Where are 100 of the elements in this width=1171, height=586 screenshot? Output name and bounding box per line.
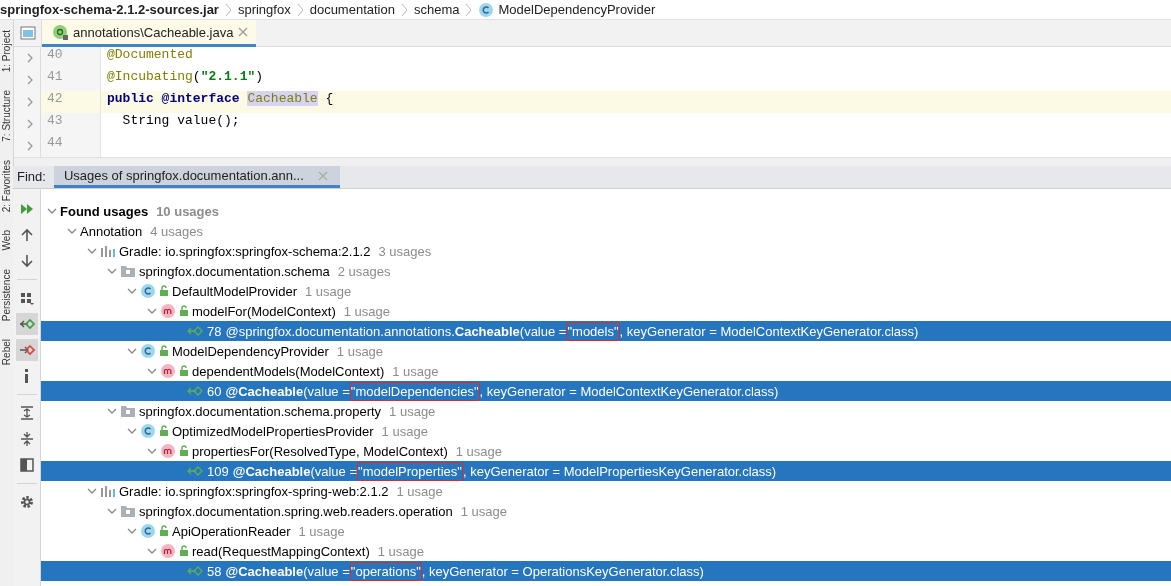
usage-count: 10 usages bbox=[156, 203, 219, 219]
tree-node-label[interactable]: propertiesFor(ResolvedType, ModelContext) bbox=[192, 443, 448, 459]
tree-node-label[interactable]: Found usages bbox=[60, 203, 149, 219]
tree-node-label[interactable]: Gradle: io.springfox:springfox-spring-web:2.1.2 bbox=[119, 483, 389, 499]
method-icon bbox=[160, 363, 176, 379]
breadcrumb-item[interactable]: ModelDependencyProvider bbox=[498, 2, 656, 17]
highlighted-value: "modelProperties" bbox=[357, 461, 463, 481]
tree-node-label[interactable]: DefaultModelProvider bbox=[172, 283, 297, 299]
tool-window-tab[interactable]: 7: Structure bbox=[1, 90, 12, 142]
tool-window-tab[interactable]: Persistence bbox=[1, 268, 12, 321]
lock-icon bbox=[179, 365, 189, 377]
tree-node-label[interactable]: Gradle: io.springfox:springfox-schema:2.1.2 bbox=[119, 243, 371, 259]
code-snippet: , keyGenerator = ModelContextKeyGenerator.class) bbox=[619, 323, 919, 339]
breadcrumb-item[interactable]: springfox bbox=[237, 2, 291, 17]
tree-node-label[interactable]: Annotation bbox=[80, 223, 143, 239]
chevron-down-icon[interactable] bbox=[147, 306, 157, 316]
tool-window-tab[interactable]: Rebel bbox=[1, 338, 12, 365]
toolbar-button[interactable] bbox=[15, 339, 38, 361]
chevron-right-icon bbox=[26, 75, 34, 85]
lock-icon bbox=[159, 345, 169, 357]
chevron-right-icon bbox=[26, 141, 34, 151]
usage-row[interactable]: 60 @Cacheable(value ="modelDependencies", keyGenerator = ModelContextKeyGenerator.class) bbox=[41, 381, 1171, 401]
usage-row[interactable]: 109 @Cacheable(value ="modelProperties", keyGenerator = ModelPropertiesKeyGenerator.class) bbox=[41, 461, 1171, 481]
usage-count: 1 usage bbox=[381, 423, 428, 439]
code-snippet: @Cacheable(value = bbox=[232, 463, 358, 479]
toolbar-button[interactable] bbox=[15, 313, 38, 335]
highlighted-value: "models" bbox=[566, 321, 620, 341]
lock-icon bbox=[179, 545, 189, 557]
lock-icon bbox=[159, 525, 169, 537]
panel-icon[interactable] bbox=[19, 26, 36, 40]
chevron-down-icon[interactable] bbox=[107, 266, 117, 276]
usage-count: 4 usages bbox=[150, 223, 203, 239]
chevron-down-icon[interactable] bbox=[87, 246, 97, 256]
chevron-right-icon bbox=[465, 2, 473, 17]
chevron-down-icon[interactable] bbox=[147, 366, 157, 376]
tree-node-label[interactable]: springfox.documentation.schema.property bbox=[139, 403, 382, 419]
usage-icon bbox=[187, 385, 203, 397]
chevron-right-icon bbox=[26, 97, 34, 107]
folder-icon bbox=[120, 264, 136, 278]
tool-window-tab[interactable]: Web bbox=[1, 230, 12, 251]
lock-icon bbox=[179, 445, 189, 457]
method-icon bbox=[160, 303, 176, 319]
breadcrumb-item[interactable]: springfox-schema-2.1.2-sources.jar bbox=[0, 2, 219, 17]
tool-window-tab[interactable]: 2: Favorites bbox=[1, 159, 12, 213]
tree-node-label[interactable]: ModelDependencyProvider bbox=[172, 343, 329, 359]
tree-node-label[interactable]: dependentModels(ModelContext) bbox=[192, 363, 385, 379]
line-number: 44 bbox=[41, 135, 101, 157]
tool-window-tab[interactable]: 1: Project bbox=[1, 30, 12, 73]
chevron-down-icon[interactable] bbox=[87, 486, 97, 496]
horizontal-scrollbar[interactable] bbox=[14, 157, 1171, 166]
expand-all-icon bbox=[18, 405, 35, 421]
tree-node-label[interactable]: springfox.documentation.spring.web.readers.operation bbox=[139, 503, 453, 519]
usage-count: 1 usage bbox=[343, 303, 391, 319]
find-tab[interactable]: Usages of springfox.documentation.ann... bbox=[53, 166, 340, 188]
tree-node-label[interactable]: modelFor(ModelContext) bbox=[192, 303, 336, 319]
tree-node-label[interactable]: ApiOperationReader bbox=[172, 523, 291, 539]
chevron-down-icon[interactable] bbox=[107, 506, 117, 516]
line-number: 58 bbox=[207, 563, 222, 579]
line-number: 40 bbox=[41, 47, 101, 69]
chevron-down-icon[interactable] bbox=[127, 286, 137, 296]
chevron-down-icon[interactable] bbox=[107, 406, 117, 416]
library-icon bbox=[100, 244, 116, 258]
class-icon bbox=[140, 523, 156, 539]
code-line: @Incubating("2.1.1") bbox=[106, 69, 265, 86]
group-icon bbox=[18, 290, 35, 306]
close-icon[interactable] bbox=[238, 27, 249, 37]
usage-row[interactable]: 58 @Cacheable(value ="operations", keyGenerator = OperationsKeyGenerator.class) bbox=[41, 561, 1171, 581]
chevron-right-icon bbox=[26, 53, 34, 63]
chevron-right-icon bbox=[224, 2, 232, 17]
usage-count: 2 usages bbox=[337, 263, 391, 279]
tab-title: annotations\Cacheable.java bbox=[73, 24, 234, 40]
breadcrumb-item[interactable]: schema bbox=[413, 2, 460, 17]
usage-count: 1 usage bbox=[336, 343, 384, 359]
tree-node-label[interactable]: springfox.documentation.schema bbox=[139, 263, 330, 279]
chevron-down-icon[interactable] bbox=[127, 346, 137, 356]
rerun-icon bbox=[18, 201, 35, 217]
annotation-icon bbox=[52, 24, 68, 40]
line-number: 41 bbox=[41, 69, 101, 91]
code-snippet: @Cacheable(value = bbox=[225, 563, 350, 579]
usage-row[interactable]: 78 @springfox.documentation.annotations.Cacheable(value ="models", keyGenerator = ModelContextKeyGenerator.class) bbox=[41, 321, 1171, 341]
breadcrumb-item[interactable]: documentation bbox=[309, 2, 395, 17]
class-icon bbox=[140, 423, 156, 439]
code-snippet: @Cacheable(value = bbox=[225, 383, 350, 399]
chevron-down-icon[interactable] bbox=[147, 546, 157, 556]
code-snippet: , keyGenerator = ModelContextKeyGenerator.class) bbox=[479, 383, 779, 399]
chevron-down-icon[interactable] bbox=[127, 526, 137, 536]
tree-node-label[interactable]: OptimizedModelPropertiesProvider bbox=[172, 423, 374, 439]
lock-icon bbox=[159, 425, 169, 437]
chevron-down-icon[interactable] bbox=[147, 446, 157, 456]
code-line: @Documented bbox=[106, 47, 194, 64]
library-icon bbox=[100, 484, 116, 498]
chevron-down-icon[interactable] bbox=[47, 206, 57, 216]
chevron-down-icon[interactable] bbox=[67, 226, 77, 236]
tree-node-label[interactable]: read(RequestMappingContext) bbox=[192, 543, 370, 559]
down-arrow-icon bbox=[18, 253, 35, 269]
navigate-icon bbox=[18, 316, 35, 332]
usage-count: 3 usages bbox=[378, 243, 432, 259]
line-number: 60 bbox=[207, 383, 222, 399]
editor-tab[interactable]: annotations\Cacheable.java bbox=[42, 20, 257, 47]
chevron-down-icon[interactable] bbox=[127, 426, 137, 436]
